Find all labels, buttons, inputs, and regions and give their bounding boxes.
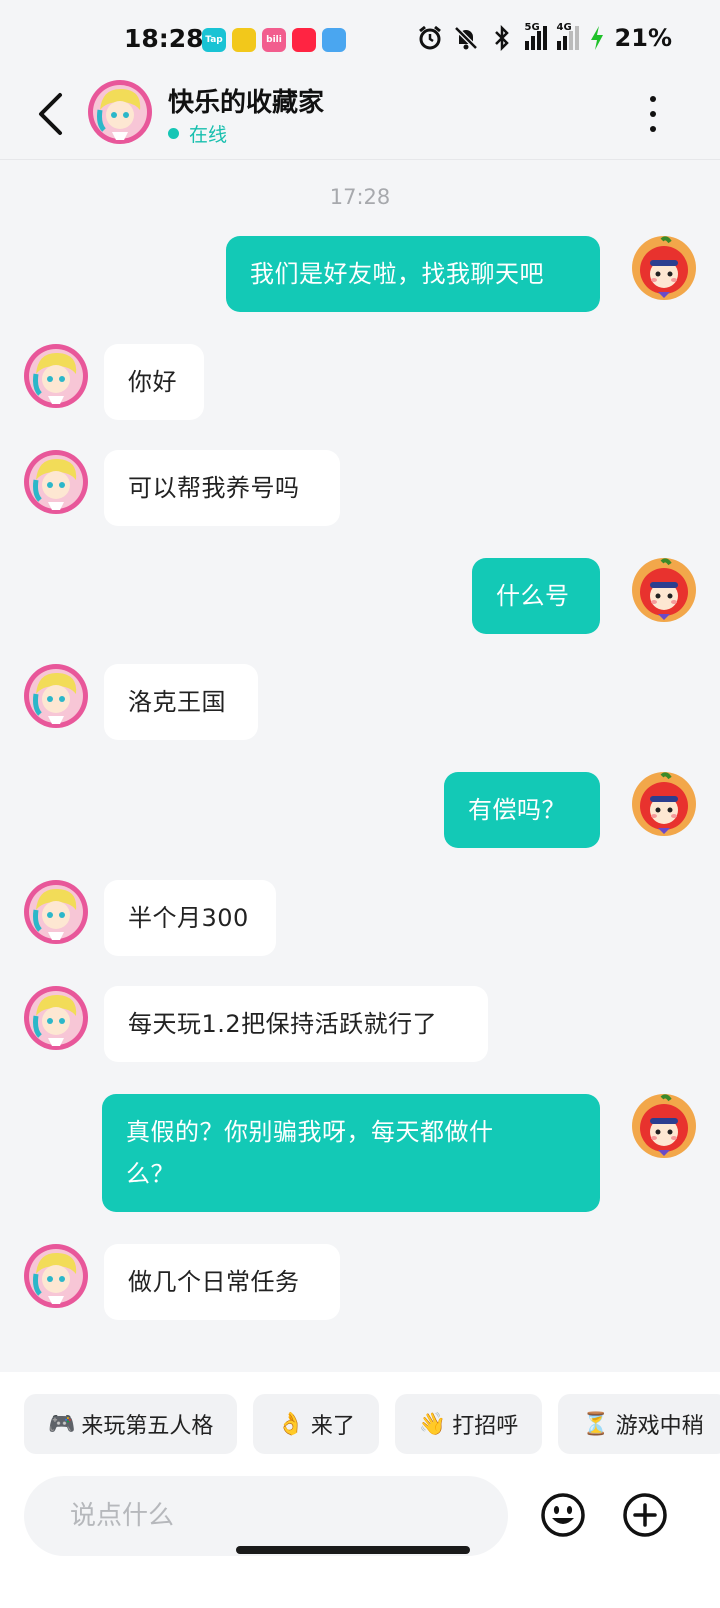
notification-icons: Tap bili [202,28,346,52]
more-dot-icon [650,96,656,102]
message-bubble[interactable]: 你好 [104,344,204,420]
contact-avatar[interactable] [24,986,88,1050]
xiaohongshu-icon [292,28,316,52]
my-avatar[interactable] [632,236,696,300]
contact-avatar[interactable] [88,80,152,144]
composer-area: 🎮 来玩第五人格 👌 来了 👋 打招呼 ⏳ 游戏中稍 [0,1372,720,1608]
contact-avatar[interactable] [24,450,88,514]
bluetooth-icon [489,24,515,52]
quick-reply-chip[interactable]: ⏳ 游戏中稍 [558,1394,720,1454]
message-list[interactable]: 17:28 我们是好友啦，找我聊天吧 你好可以帮我养号吗什么号洛克王国有偿吗？ 半个… [0,160,720,1372]
chat-timestamp: 17:28 [329,185,391,209]
message-bubble[interactable]: 每天玩1.2把保持活跃就行了 [104,986,488,1062]
signal-5g-icon: 5G [524,22,547,50]
quick-reply-label: 来玩第五人格 [81,1414,214,1439]
my-avatar[interactable] [632,772,696,836]
message-bubble[interactable]: 有偿吗？ [444,772,600,848]
status-time: 18:28 [124,24,204,53]
message-bubble[interactable]: 什么号 [472,558,600,634]
alarm-icon [417,24,443,52]
outgoing-message: 什么号 [0,558,720,634]
quick-reply-bar[interactable]: 🎮 来玩第五人格 👌 来了 👋 打招呼 ⏳ 游戏中稍 [24,1394,720,1454]
network-type-2: 4G [556,22,572,33]
quick-reply-emoji-icon: 👋 [418,1411,447,1437]
quick-reply-label: 打招呼 [452,1414,519,1439]
online-status-label: 在线 [189,124,228,146]
outgoing-message: 我们是好友啦，找我聊天吧 [0,236,720,312]
chat-header: 快乐的收藏家 在线 [0,80,720,160]
bilibili-icon: bili [262,28,286,52]
contact-avatar[interactable] [24,1244,88,1308]
status-bar: 18:28 Tap bili 5G 4G 21% [0,0,720,80]
outgoing-message: 真假的？你别骗我呀，每天都做什 么？ [0,1094,720,1212]
message-bubble[interactable]: 洛克王国 [104,664,258,740]
more-dot-icon [650,111,656,117]
signal-4g-icon: 4G [556,22,579,50]
incoming-message: 做几个日常任务 [0,1244,720,1320]
emoji-button[interactable] [540,1492,586,1538]
taptap-icon: Tap [202,28,226,52]
message-input[interactable] [24,1476,508,1556]
message-bubble[interactable]: 做几个日常任务 [104,1244,340,1320]
quick-reply-chip[interactable]: 🎮 来玩第五人格 [24,1394,238,1454]
system-status: 5G 4G 21% [417,22,672,52]
contact-avatar[interactable] [24,880,88,944]
battery-level: 21% [614,24,672,52]
contact-avatar[interactable] [24,344,88,408]
message-bubble[interactable]: 真假的？你别骗我呀，每天都做什 么？ [102,1094,600,1212]
quick-reply-emoji-icon: 👌 [277,1411,305,1437]
quick-reply-emoji-icon: ⏳ [582,1411,610,1437]
plus-circle-icon [623,1493,667,1537]
quick-reply-chip[interactable]: 👌 来了 [253,1394,379,1454]
more-options-button[interactable] [638,92,668,136]
quick-reply-label: 游戏中稍 [615,1414,704,1439]
app-yellow-icon [232,28,256,52]
my-avatar[interactable] [632,558,696,622]
online-dot-icon [168,128,179,139]
mute-bell-icon [453,24,479,52]
back-button[interactable] [30,86,70,142]
message-bubble[interactable]: 可以帮我养号吗 [104,450,340,526]
smiley-icon [541,1493,585,1537]
chat-screen: 18:28 Tap bili 5G 4G 21% 快乐的收藏家 在线 17:28… [0,0,720,1608]
add-attachment-button[interactable] [622,1492,668,1538]
online-status: 在线 [168,120,227,147]
outgoing-message: 有偿吗？ [0,772,720,848]
incoming-message: 洛克王国 [0,664,720,740]
contact-avatar[interactable] [24,664,88,728]
weather-icon [322,28,346,52]
quick-reply-label: 来了 [310,1414,355,1439]
home-indicator[interactable] [236,1546,470,1554]
quick-reply-emoji-icon: 🎮 [48,1411,76,1437]
incoming-message: 每天玩1.2把保持活跃就行了 [0,986,720,1062]
charging-icon [589,24,605,52]
incoming-message: 你好 [0,344,720,420]
more-dot-icon [650,126,656,132]
contact-name: 快乐的收藏家 [168,88,325,118]
network-type-1: 5G [524,22,540,33]
quick-reply-chip[interactable]: 👋 打招呼 [394,1394,543,1454]
incoming-message: 半个月300 [0,880,720,956]
message-bubble[interactable]: 我们是好友啦，找我聊天吧 [226,236,600,312]
my-avatar[interactable] [632,1094,696,1158]
chevron-left-icon [39,93,62,135]
incoming-message: 可以帮我养号吗 [0,450,720,526]
message-bubble[interactable]: 半个月300 [104,880,276,956]
